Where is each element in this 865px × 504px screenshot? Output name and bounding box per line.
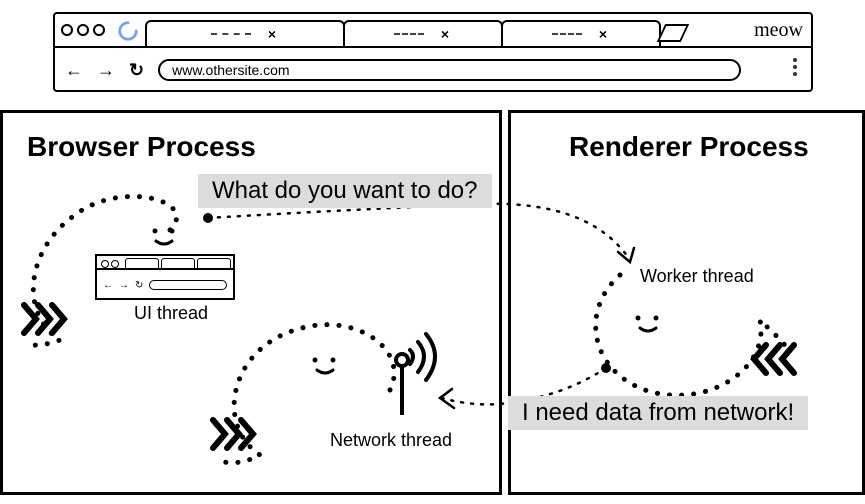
toolbar: ← → ↻ www.othersite.com [55,48,811,92]
worker-thread-label: Worker thread [640,266,754,287]
forward-button[interactable]: → [97,60,115,81]
mini-reload-icon: ↻ [135,280,143,291]
brand-label: meow [754,19,803,42]
browser-window: × × × meow ← → ↻ www.othersite.com [53,12,813,92]
tab-2[interactable]: × [343,20,503,46]
mini-back-icon: ← [103,280,113,291]
menu-icon[interactable] [793,58,797,76]
message-answer: I need data from network! [508,396,808,430]
window-controls[interactable] [61,24,105,36]
window-maximize-icon[interactable] [93,24,105,36]
address-bar[interactable]: www.othersite.com [158,59,741,81]
new-tab-button[interactable] [657,24,689,42]
loading-spinner-icon [117,20,139,42]
tab-close-icon[interactable]: × [438,27,452,41]
tab-strip: × × × meow [55,14,811,48]
mini-browser-icon: ← → ↻ [95,254,235,300]
tab-3[interactable]: × [501,20,661,46]
tab-close-icon[interactable]: × [265,27,279,41]
url-text: www.othersite.com [172,62,289,78]
tab-1[interactable]: × [145,20,345,46]
window-minimize-icon[interactable] [77,24,89,36]
network-antenna-icon [380,330,440,420]
window-close-icon[interactable] [61,24,73,36]
mini-forward-icon: → [119,280,129,291]
back-button[interactable]: ← [65,60,83,81]
browser-process-title: Browser Process [27,131,256,163]
renderer-process-title: Renderer Process [569,131,809,163]
reload-button[interactable]: ↻ [129,60,144,81]
message-question: What do you want to do? [198,174,492,208]
ui-thread-label: UI thread [134,303,208,324]
tab-close-icon[interactable]: × [596,27,610,41]
network-thread-label: Network thread [330,430,452,451]
